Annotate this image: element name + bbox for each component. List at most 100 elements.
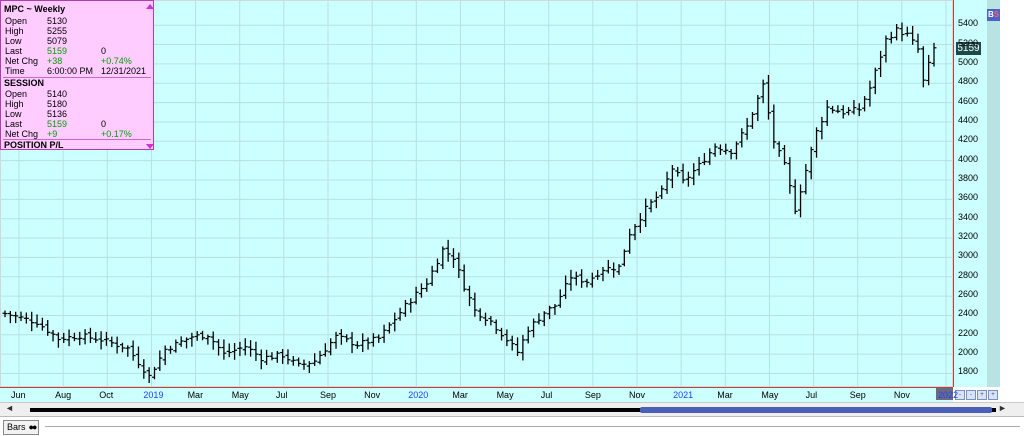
ohlc-bar <box>135 346 141 369</box>
panel-title: MPC ~ Weekly <box>4 4 66 14</box>
scroll-left-arrow-icon[interactable]: ◄ <box>5 403 14 413</box>
scroll-thumb[interactable] <box>640 407 992 413</box>
ohlc-bar <box>707 148 713 165</box>
ohlc-bar <box>306 361 312 374</box>
ohlc-bar <box>483 312 489 326</box>
ohlc-bar <box>34 314 40 328</box>
ohlc-bar <box>418 283 424 298</box>
ohlc-bar <box>488 316 494 326</box>
ohlc-bar <box>296 357 302 367</box>
ohlc-bar <box>226 343 232 358</box>
ohlc-bar <box>461 264 467 292</box>
time-tick-label: May <box>496 390 514 400</box>
ohlc-bar <box>862 96 868 112</box>
time-tick-label: Oct <box>99 390 114 400</box>
row-value: 5136 <box>47 109 68 119</box>
bottom-tab-bar: Bars ●● <box>0 416 1024 436</box>
zoom-in-more-button[interactable]: + <box>988 390 998 400</box>
row-extra: 12/31/2021 <box>101 66 147 76</box>
ohlc-bar <box>93 332 99 343</box>
ohlc-bar <box>814 127 820 158</box>
scroll-right-arrow-icon[interactable]: ► <box>998 403 1007 413</box>
ohlc-bar <box>728 149 734 160</box>
ohlc-bar <box>798 184 804 218</box>
collapse-triangle-icon[interactable] <box>146 4 154 9</box>
time-tick-label: May <box>231 390 249 400</box>
row-extra: +0.74% <box>101 56 132 66</box>
quote-info-panel[interactable]: MPC ~ Weekly Open 5130 High 5255 Low 5079 Last… <box>0 0 154 150</box>
bars-tab-dots-icon: ●● <box>28 422 38 432</box>
ohlc-bar <box>819 116 825 140</box>
ohlc-bar <box>381 324 387 343</box>
ohlc-bar <box>830 105 836 114</box>
bars-tab[interactable]: Bars ●● <box>3 420 40 435</box>
row-label: Open <box>5 89 28 99</box>
ohlc-bar <box>114 336 120 354</box>
ohlc-bar <box>141 359 147 379</box>
ohlc-bar <box>216 339 222 356</box>
time-tick-label: Nov <box>893 390 910 400</box>
ohlc-bar <box>205 334 211 345</box>
price-tick-label: 3600 <box>958 192 979 203</box>
ohlc-bar <box>13 311 19 324</box>
ohlc-bar <box>103 331 109 346</box>
ohlc-bar <box>637 213 643 233</box>
ohlc-bar <box>146 367 152 384</box>
ohlc-bar <box>701 153 707 166</box>
ohlc-bar <box>627 228 633 254</box>
ohlc-bar <box>424 278 430 292</box>
ohlc-bar <box>685 171 691 187</box>
ohlc-bar <box>883 35 889 63</box>
ohlc-bar <box>659 185 665 199</box>
row-label: Time <box>5 66 25 76</box>
row-label: Low <box>5 36 22 46</box>
ohlc-bar <box>39 317 45 331</box>
price-tick-label: 4800 <box>958 76 979 87</box>
ohlc-bar <box>749 111 755 129</box>
ohlc-bar <box>696 156 702 176</box>
weekly-row-low: Low 5079 <box>5 36 67 46</box>
time-tick-label: Mar <box>187 390 204 400</box>
zoom-out-more-button[interactable]: - <box>966 390 976 400</box>
weekly-row-high: High 5255 <box>5 26 67 36</box>
ohlc-bar <box>317 350 323 365</box>
ohlc-bar <box>242 338 248 356</box>
ohlc-bar <box>717 144 723 156</box>
time-tick-label: Mar <box>452 390 468 400</box>
ohlc-bar <box>376 334 382 343</box>
horizontal-scrollbar[interactable]: ◄ ► <box>0 402 1024 416</box>
ohlc-bar <box>835 105 841 114</box>
ohlc-bar <box>573 271 579 286</box>
ohlc-bar <box>931 42 937 67</box>
ohlc-bar <box>675 166 681 177</box>
time-tick-label: Sep <box>320 390 337 400</box>
zoom-in-button[interactable]: + <box>977 390 987 400</box>
time-tick-label: Jun <box>11 390 26 400</box>
ohlc-bar <box>493 319 499 334</box>
row-label: High <box>5 99 24 109</box>
ohlc-bar <box>285 349 291 365</box>
price-tick-label: 4400 <box>958 114 979 125</box>
ohlc-bar <box>210 331 216 350</box>
ohlc-bar <box>611 262 617 278</box>
row-value: 5159 <box>47 46 68 56</box>
session-row-open: Open 5140 <box>5 89 67 99</box>
ohlc-bar <box>579 269 585 288</box>
ohlc-bar <box>648 199 654 213</box>
buy-sell-button[interactable]: BS <box>987 9 1000 21</box>
ohlc-bar <box>563 275 569 299</box>
price-tick-label: 3000 <box>958 250 979 261</box>
ohlc-bar <box>723 143 729 155</box>
ohlc-bar <box>589 272 595 288</box>
ohlc-bar <box>45 319 51 336</box>
tab-divider <box>45 426 1020 427</box>
row-label: Open <box>5 16 28 26</box>
ohlc-bar <box>290 356 296 366</box>
ohlc-bar <box>910 25 916 45</box>
ohlc-bar <box>221 339 227 360</box>
ohlc-bar <box>125 345 131 357</box>
ohlc-bar <box>322 343 328 357</box>
expand-triangle-icon[interactable] <box>146 144 154 149</box>
ohlc-bar <box>616 264 622 275</box>
time-tick-label: Sep <box>584 390 601 400</box>
